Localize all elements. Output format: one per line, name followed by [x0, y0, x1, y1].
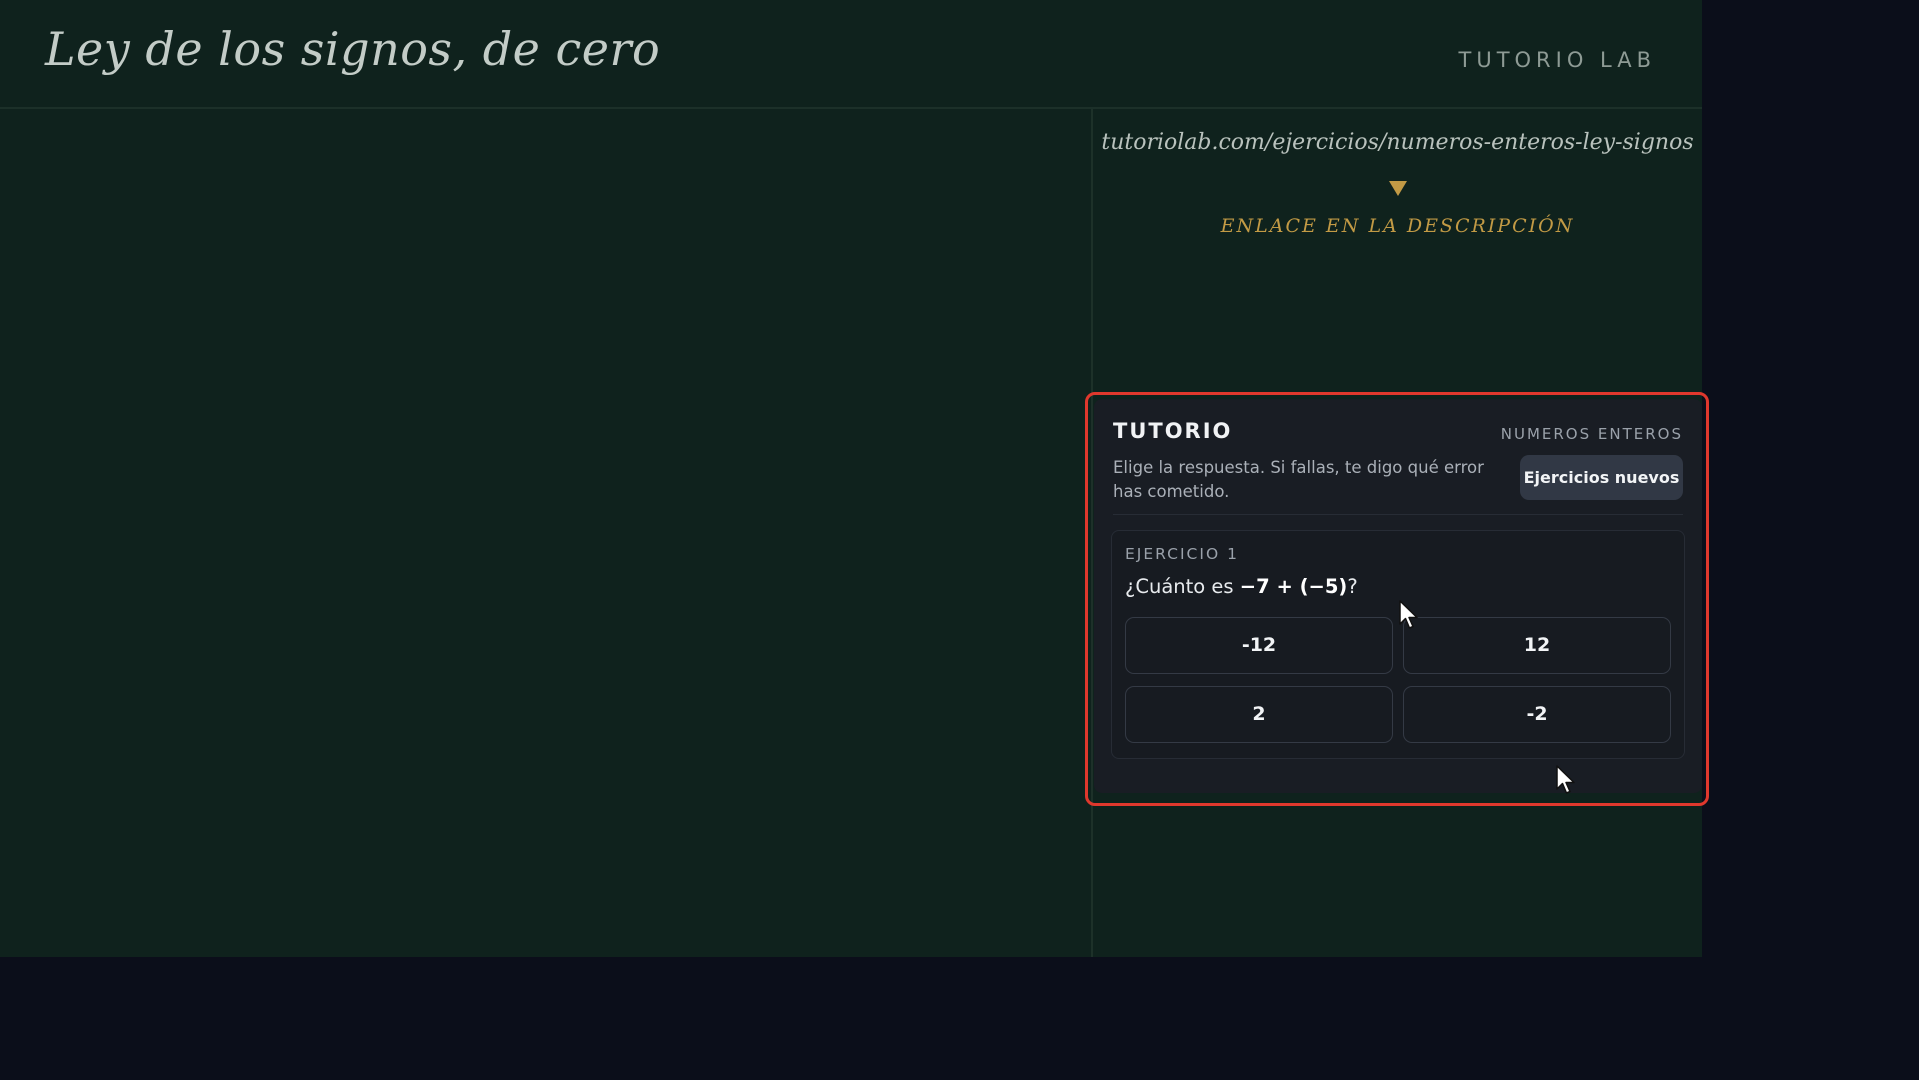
question-expression: −7 + (−5) — [1239, 575, 1348, 598]
widget-title: TUTORIO — [1113, 419, 1233, 443]
tutorio-widget: TUTORIO NUMEROS ENTEROS Elige la respues… — [1094, 399, 1702, 793]
exercise-card: EJERCICIO 1 ¿Cuánto es −7 + (−5)? -12 12… — [1111, 530, 1685, 759]
header-bar: Ley de los signos, de cero TUTORIO LAB — [0, 0, 1702, 109]
pointer-cursor-icon — [1399, 600, 1418, 629]
exercise-label: EJERCICIO 1 — [1125, 545, 1239, 563]
new-exercises-button[interactable]: Ejercicios nuevos — [1520, 455, 1683, 500]
answer-option[interactable]: -12 — [1125, 617, 1393, 674]
widget-topic: NUMEROS ENTEROS — [1500, 425, 1683, 443]
link-in-description-label: ENLACE EN LA DESCRIPCIÓN — [1220, 215, 1575, 237]
answer-option[interactable]: 12 — [1403, 617, 1671, 674]
widget-separator — [1113, 514, 1683, 515]
widget-description: Elige la respuesta. Si fallas, te digo q… — [1113, 458, 1484, 501]
answer-option[interactable]: -2 — [1403, 686, 1671, 743]
question-prefix: ¿Cuánto es — [1125, 575, 1240, 598]
brand-label: TUTORIO LAB — [1458, 48, 1656, 72]
exercise-question: ¿Cuánto es −7 + (−5)? — [1125, 575, 1358, 598]
pointer-cursor-icon — [1556, 765, 1575, 794]
answer-option[interactable]: 2 — [1125, 686, 1393, 743]
page-title: Ley de los signos, de cero — [45, 22, 661, 76]
down-triangle-icon — [1389, 181, 1407, 196]
question-suffix: ? — [1347, 575, 1358, 598]
exercise-link-url[interactable]: tutoriolab.com/ejercicios/numeros-entero… — [1093, 130, 1702, 155]
